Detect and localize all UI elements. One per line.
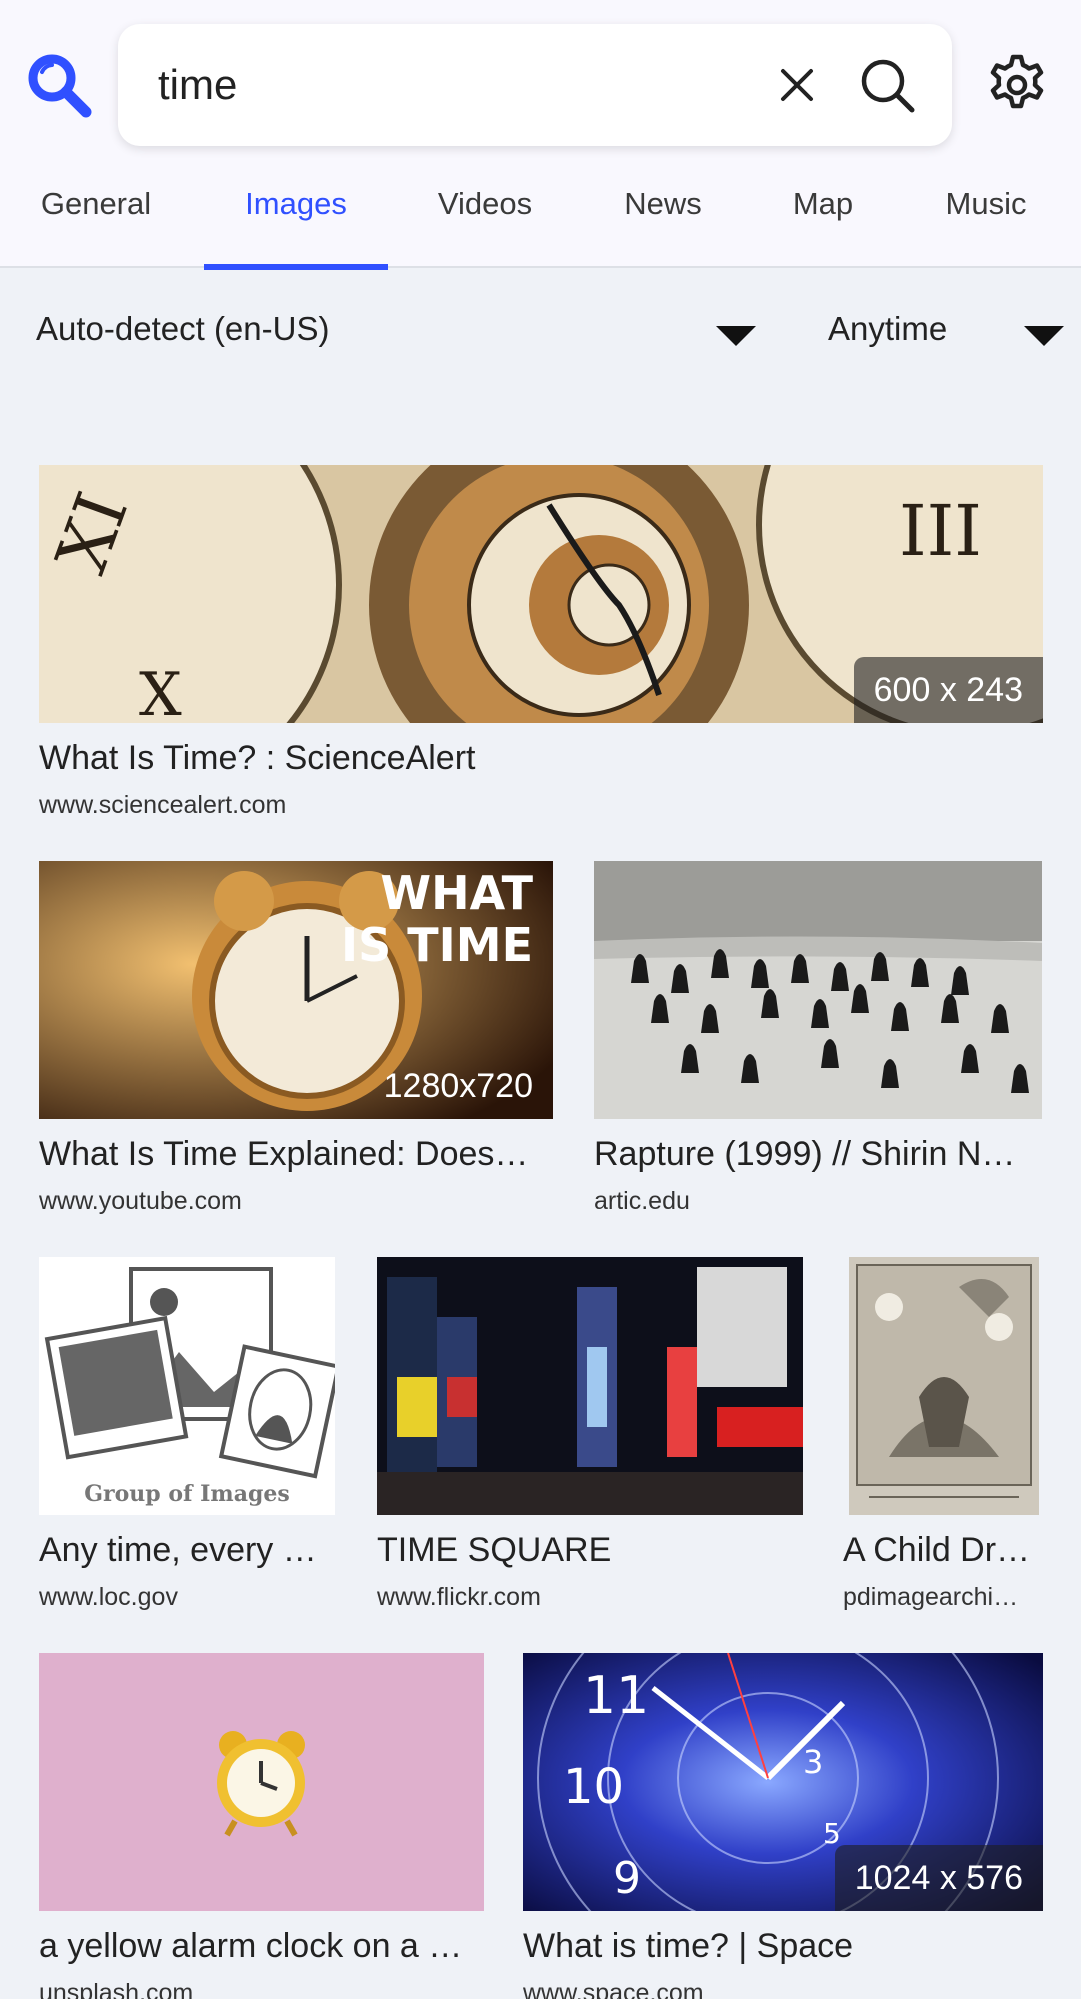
result-title: Rapture (1999) // Shirin N… <box>594 1135 1016 1173</box>
language-select-value: Auto-detect (en-US) <box>36 310 330 347</box>
result-title: What is time? | Space <box>523 1927 854 1965</box>
tab-music[interactable]: Music <box>920 170 1052 268</box>
search-box <box>118 24 952 146</box>
tab-general[interactable]: General <box>10 170 182 268</box>
image-result[interactable]: XI III X 600 x 243 What Is Time? : Scien… <box>39 465 1043 825</box>
image-result[interactable]: WHAT IS TIME 1280x720 What Is Time Expla… <box>39 861 553 1221</box>
result-title: What Is Time? : ScienceAlert <box>39 739 476 777</box>
result-site: artic.edu <box>594 1187 690 1215</box>
image-resolution-badge: 600 x 243 <box>853 657 1043 723</box>
search-input[interactable] <box>158 54 718 116</box>
category-tabs: General Images Videos News Map Music <box>0 170 1081 270</box>
thumbnail-overlay-text: Group of Images <box>84 1481 290 1507</box>
result-site: www.youtube.com <box>39 1187 242 1215</box>
search-logo-icon[interactable] <box>24 50 94 120</box>
result-thumbnail <box>39 1653 484 1911</box>
group-of-images-placeholder <box>39 1257 335 1515</box>
result-title: TIME SQUARE <box>377 1531 612 1569</box>
svg-text:X: X <box>139 660 182 723</box>
tab-label: Map <box>792 186 854 221</box>
svg-text:5: 5 <box>823 1817 841 1850</box>
svg-text:11: 11 <box>583 1666 649 1726</box>
image-result[interactable]: a yellow alarm clock on a … unsplash.com <box>39 1653 484 1999</box>
result-site: unsplash.com <box>39 1979 194 1999</box>
result-title: A Child Dr… <box>843 1531 1031 1569</box>
tab-label: Videos <box>437 186 533 221</box>
result-thumbnail <box>594 861 1042 1119</box>
beach-figures-image <box>594 861 1042 1119</box>
image-resolution-badge: 1280x720 <box>383 1067 533 1105</box>
header: General Images Videos News Map Music <box>0 0 1081 270</box>
tab-label: General <box>40 186 152 221</box>
result-site: www.flickr.com <box>377 1583 541 1611</box>
chevron-down-icon <box>1024 326 1064 346</box>
result-site: pdimagearchi… <box>843 1583 1019 1611</box>
svg-text:3: 3 <box>803 1743 823 1781</box>
image-result[interactable]: Group of Images Any time, every … www.lo… <box>39 1257 335 1617</box>
result-thumbnail: WHAT IS TIME 1280x720 <box>39 861 553 1119</box>
times-square-image <box>377 1257 803 1515</box>
result-thumbnail <box>377 1257 803 1515</box>
svg-text:III: III <box>899 490 982 572</box>
result-thumbnail: 11 10 9 3 5 1024 x 576 <box>523 1653 1043 1911</box>
engraving-image <box>849 1257 1039 1515</box>
tab-news[interactable]: News <box>590 170 736 268</box>
result-title: a yellow alarm clock on a … <box>39 1927 463 1965</box>
svg-text:10: 10 <box>563 1759 624 1815</box>
search-icon[interactable] <box>856 54 918 116</box>
tab-label: Music <box>945 186 1027 221</box>
result-thumbnail: Group of Images <box>39 1257 335 1515</box>
result-thumbnail: XI III X 600 x 243 <box>39 465 1043 723</box>
tab-label: News <box>624 186 702 221</box>
time-range-select[interactable]: Anytime <box>828 310 1064 360</box>
result-site: www.space.com <box>523 1979 704 1999</box>
gear-icon[interactable] <box>984 52 1050 118</box>
tab-images[interactable]: Images <box>204 170 388 270</box>
close-icon[interactable] <box>766 54 828 116</box>
result-site: www.loc.gov <box>39 1583 178 1611</box>
result-site: www.sciencealert.com <box>39 791 287 819</box>
image-result[interactable]: A Child Dr… pdimagearchi… <box>843 1257 1042 1617</box>
image-result[interactable]: Rapture (1999) // Shirin N… artic.edu <box>594 861 1042 1221</box>
tab-videos[interactable]: Videos <box>410 170 560 268</box>
tab-label: Images <box>245 186 347 221</box>
image-result[interactable]: 11 10 9 3 5 1024 x 576 What is time? | S… <box>523 1653 1043 1999</box>
image-result[interactable]: TIME SQUARE www.flickr.com <box>377 1257 803 1617</box>
yellow-alarm-clock-image <box>39 1653 484 1911</box>
result-title: What Is Time Explained: Does… <box>39 1135 529 1173</box>
time-range-select-value: Anytime <box>828 310 948 347</box>
image-resolution-badge: 1024 x 576 <box>834 1845 1043 1911</box>
svg-text:9: 9 <box>613 1853 641 1904</box>
language-select[interactable]: Auto-detect (en-US) <box>36 310 756 360</box>
result-thumbnail <box>849 1257 1039 1515</box>
chevron-down-icon <box>716 326 756 346</box>
tab-map[interactable]: Map <box>766 170 880 268</box>
result-title: Any time, every … <box>39 1531 317 1569</box>
thumbnail-overlay-text: WHAT IS TIME <box>341 866 533 972</box>
